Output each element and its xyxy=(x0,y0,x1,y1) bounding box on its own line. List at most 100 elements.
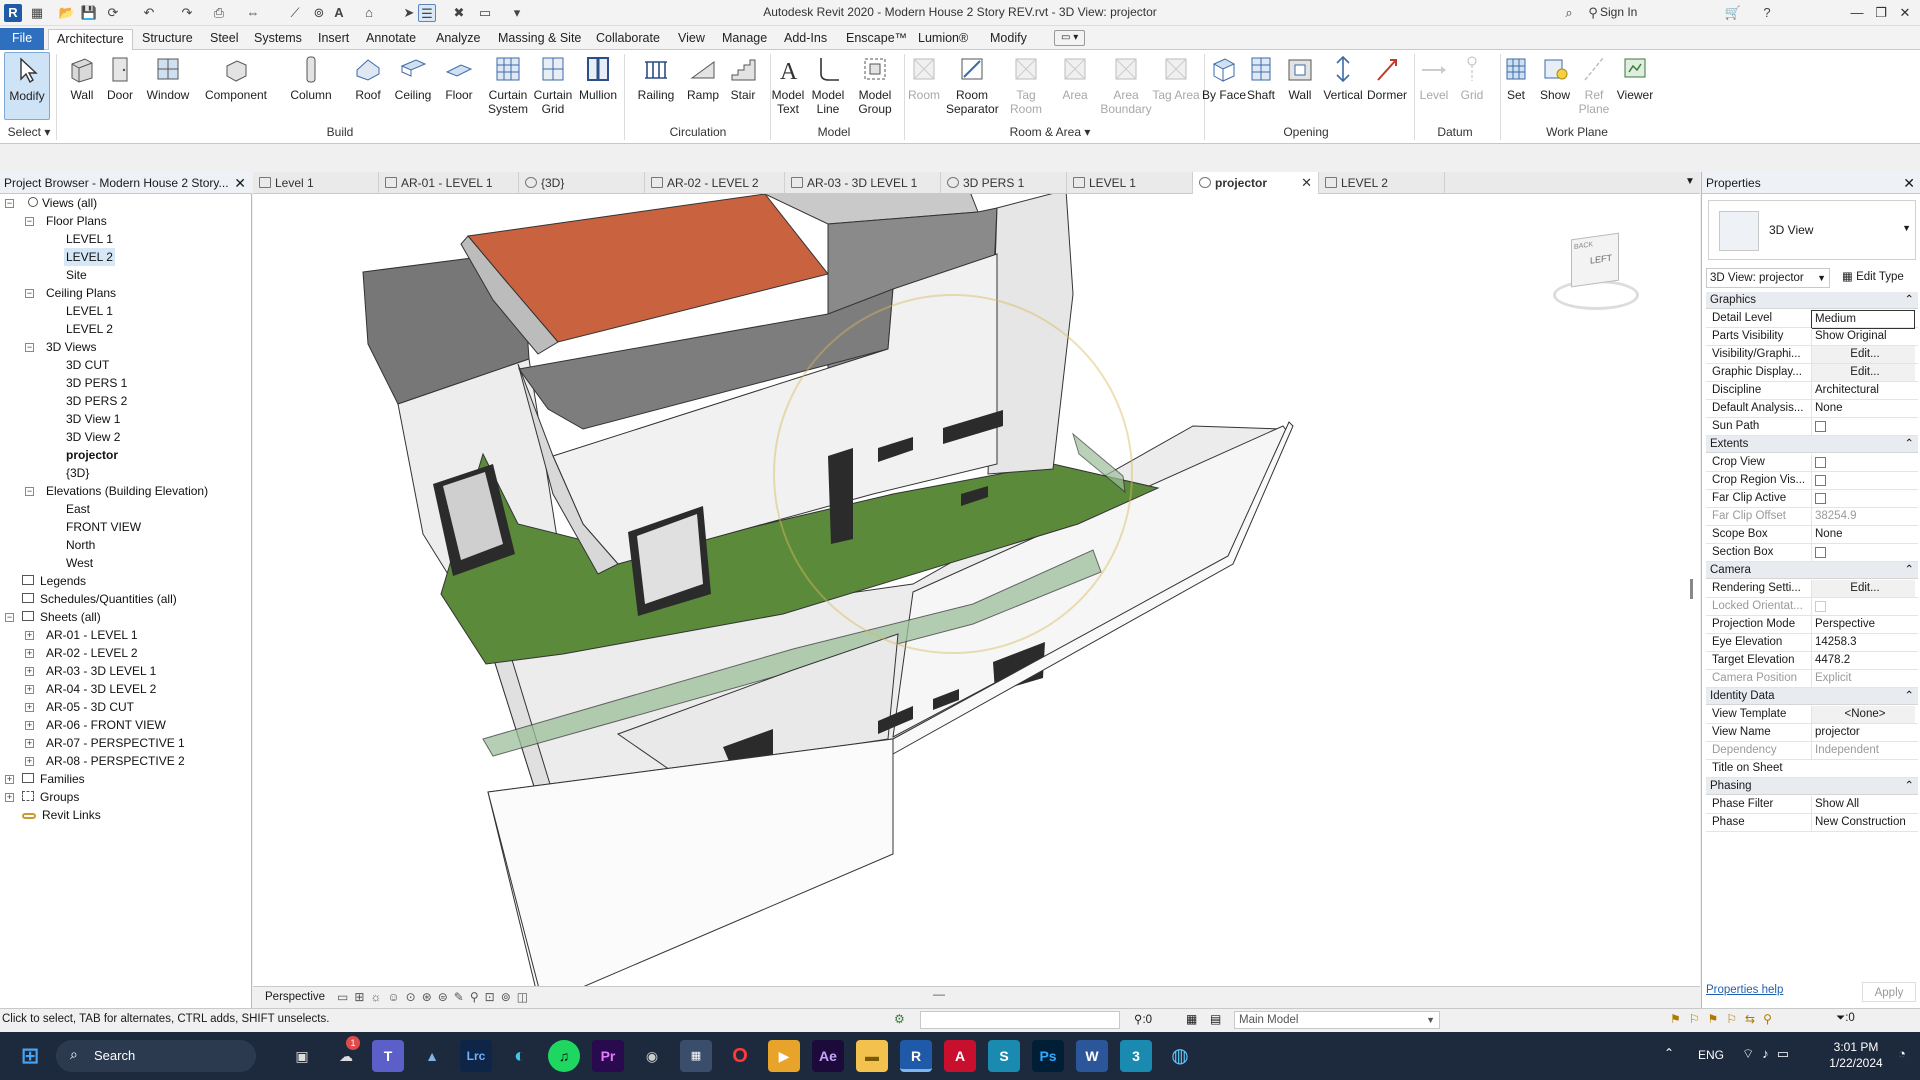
edit-button[interactable]: Edit... xyxy=(1811,364,1915,381)
type-selector[interactable]: 3D View ▼ xyxy=(1708,200,1916,260)
tree-sheet-ar06[interactable]: AR-06 - FRONT VIEW xyxy=(46,716,166,734)
tab-view-projector[interactable]: projector ✕ xyxy=(1193,172,1319,194)
resize-grip-icon[interactable]: — xyxy=(933,987,945,1001)
steam-icon[interactable]: ◉ xyxy=(636,1040,668,1072)
restore-button[interactable]: ❐ xyxy=(1870,3,1892,23)
tree-projector[interactable]: projector xyxy=(66,446,118,464)
group-extents[interactable]: Extents ⌃ xyxy=(1706,436,1918,453)
close-icon[interactable]: ✕ xyxy=(1301,172,1312,194)
tab-modify[interactable]: Modify xyxy=(982,29,1035,50)
floor-button[interactable]: Floor xyxy=(436,52,482,120)
premiere-icon[interactable]: Pr xyxy=(592,1040,624,1072)
minimize-button[interactable]: — xyxy=(1846,3,1868,23)
3d-view-icon[interactable]: ⌂ xyxy=(360,4,378,22)
tab-view-ar02[interactable]: AR-02 - LEVEL 2 xyxy=(645,172,785,194)
collapse-elevations-icon[interactable]: − xyxy=(25,487,34,496)
active-workset-icon[interactable]: ▦ xyxy=(1186,1012,1197,1026)
prop-value[interactable]: projector xyxy=(1811,724,1915,741)
prop-phase-filter[interactable]: Phase Filter Show All xyxy=(1706,796,1918,814)
area-boundary-button[interactable]: Area Boundary xyxy=(1098,52,1154,120)
tab-annotate[interactable]: Annotate xyxy=(358,29,424,50)
curtain-system-button[interactable]: Curtain System xyxy=(484,52,532,120)
text-icon[interactable]: A xyxy=(330,4,348,22)
after-effects-icon[interactable]: Ae xyxy=(812,1040,844,1072)
sync-icon[interactable]: ⟳ xyxy=(104,4,122,22)
prop-value[interactable]: None xyxy=(1811,526,1915,543)
tab-collaborate[interactable]: Collaborate xyxy=(588,29,668,50)
collapse-ceiling-plans-icon[interactable]: − xyxy=(25,289,34,298)
tab-enscape[interactable]: Enscape™ xyxy=(838,29,915,50)
selection-options-icons[interactable]: ⚑⚐⚑⚐⇆⚲ xyxy=(1670,1012,1780,1026)
group-phasing[interactable]: Phasing ⌃ xyxy=(1706,778,1918,795)
sun-path-checkbox[interactable] xyxy=(1815,421,1826,432)
tree-ceiling-level-2[interactable]: LEVEL 2 xyxy=(66,320,113,338)
tree-sheet-ar05[interactable]: AR-05 - 3D CUT xyxy=(46,698,134,716)
edge-icon[interactable]: ◐ xyxy=(504,1040,536,1072)
teams-icon[interactable]: T xyxy=(372,1040,404,1072)
save-icon[interactable]: 💾 xyxy=(80,4,98,22)
cart-icon[interactable]: 🛒 xyxy=(1724,4,1742,22)
prop-section-box[interactable]: Section Box xyxy=(1706,544,1918,564)
model-group-button[interactable]: Model Group xyxy=(850,52,900,120)
tree-west[interactable]: West xyxy=(66,554,93,572)
prop-view-name[interactable]: View Name projector xyxy=(1706,724,1918,742)
tree-3d-default[interactable]: {3D} xyxy=(66,464,89,482)
calculator-icon[interactable]: ▦ xyxy=(680,1040,712,1072)
opera-icon[interactable]: O xyxy=(724,1040,756,1072)
worksets-icon[interactable]: ⚙ xyxy=(894,1012,905,1026)
switch-windows-icon[interactable]: ▭ xyxy=(476,4,494,22)
expand-sheet-icon[interactable]: + xyxy=(25,685,34,694)
expand-sheet-icon[interactable]: + xyxy=(25,721,34,730)
prop-view-template[interactable]: View Template <None> xyxy=(1706,706,1918,724)
area-button[interactable]: Area xyxy=(1052,52,1098,120)
viewer-button[interactable]: Viewer xyxy=(1610,52,1660,120)
tree-3d-pers-1[interactable]: 3D PERS 1 xyxy=(66,374,127,392)
tab-view-level-2[interactable]: LEVEL 2 xyxy=(1319,172,1445,194)
prop-value[interactable]: 4478.2 xyxy=(1811,652,1915,669)
view-template-button[interactable]: <None> xyxy=(1811,706,1915,723)
group-graphics[interactable]: Graphics ⌃ xyxy=(1706,292,1918,309)
open-icon[interactable]: 📂 xyxy=(58,4,76,22)
stair-button[interactable]: Stair xyxy=(722,52,764,120)
prop-value[interactable]: Perspective xyxy=(1811,616,1915,633)
view-cube-face[interactable]: LEFT BACK xyxy=(1571,232,1619,288)
clock-date[interactable]: 1/22/2024 xyxy=(1818,1056,1894,1070)
tree-revit-links[interactable]: Revit Links xyxy=(22,806,101,824)
tab-analyze[interactable]: Analyze xyxy=(428,29,488,50)
tab-view-ar01[interactable]: AR-01 - LEVEL 1 xyxy=(379,172,519,194)
collapse-sheets-icon[interactable]: − xyxy=(5,613,14,622)
expand-sheet-icon[interactable]: + xyxy=(25,631,34,640)
word-icon[interactable]: W xyxy=(1076,1040,1108,1072)
view-cube[interactable]: LEFT BACK xyxy=(1543,228,1643,318)
photoshop-icon[interactable]: Ps xyxy=(1032,1040,1064,1072)
tag-icon[interactable]: ⊚ xyxy=(310,4,328,22)
prop-value[interactable]: 14258.3 xyxy=(1811,634,1915,651)
tab-structure[interactable]: Structure xyxy=(134,29,201,50)
prop-value[interactable]: None xyxy=(1811,400,1915,417)
section-box-checkbox[interactable] xyxy=(1815,547,1826,558)
taskbar-search-box[interactable]: ⌕ Search xyxy=(56,1040,256,1072)
projection-mode-label[interactable]: Perspective xyxy=(265,991,325,1003)
room-area-group-label[interactable]: Room & Area ▾ xyxy=(900,125,1200,139)
tree-sheet-ar02[interactable]: AR-02 - LEVEL 2 xyxy=(46,644,138,662)
group-camera[interactable]: Camera ⌃ xyxy=(1706,562,1918,579)
prop-value[interactable]: Show All xyxy=(1811,796,1915,813)
tab-view-3d[interactable]: {3D} xyxy=(519,172,645,194)
tree-ceiling-level-1[interactable]: LEVEL 1 xyxy=(66,302,113,320)
close-icon[interactable]: ✕ xyxy=(1903,172,1915,194)
prop-value[interactable]: Medium xyxy=(1811,310,1915,329)
autocad-icon[interactable]: A xyxy=(944,1040,976,1072)
prop-value[interactable]: Show Original xyxy=(1811,328,1915,345)
spotify-icon[interactable]: ♫ xyxy=(548,1040,580,1072)
tree-floor-level-2[interactable]: LEVEL 2 xyxy=(64,248,115,266)
collapse-floor-plans-icon[interactable]: − xyxy=(25,217,34,226)
room-button[interactable]: Room xyxy=(900,52,948,120)
roof-button[interactable]: Roof xyxy=(344,52,392,120)
ramp-button[interactable]: Ramp xyxy=(680,52,726,120)
tree-floor-level-1[interactable]: LEVEL 1 xyxy=(66,230,113,248)
tree-sheet-ar03[interactable]: AR-03 - 3D LEVEL 1 xyxy=(46,662,156,680)
sketchup-icon[interactable]: S xyxy=(988,1040,1020,1072)
tree-schedules[interactable]: Schedules/Quantities (all) xyxy=(22,590,177,608)
view-control-icons[interactable]: ▭⊞☼☺⊙⊛⊜✎⚲⊡⊚◫ xyxy=(337,990,534,1004)
crop-view-checkbox[interactable] xyxy=(1815,457,1826,468)
